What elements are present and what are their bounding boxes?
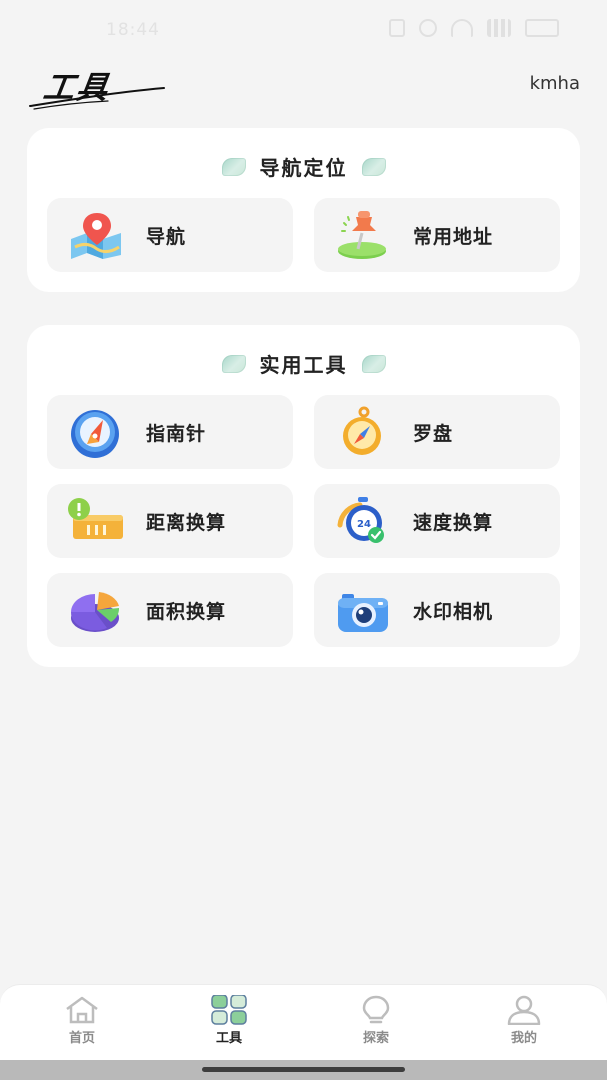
leaf-decoration-icon (221, 354, 246, 373)
nav-item-mine[interactable]: 我的 (479, 995, 569, 1055)
status-icons (389, 19, 559, 37)
map-pin-icon (71, 213, 121, 259)
bottom-navigation: 首页 工具 探索 我的 (0, 984, 607, 1060)
status-bar: 18:44 (0, 0, 607, 62)
tools-card: 实用工具 指南针 罗盘 距离换算 24 速度换算 面积换算 水印相机 (27, 325, 580, 667)
tile-area-conversion-label: 面积换算 (146, 600, 227, 623)
leaf-decoration-icon (361, 354, 386, 373)
grid-icon (211, 995, 247, 1025)
tile-watermark-camera[interactable]: 水印相机 (314, 573, 560, 647)
nav-item-tools[interactable]: 工具 (184, 995, 274, 1055)
tile-navigation[interactable]: 导航 (47, 198, 293, 272)
compass-icon (71, 410, 119, 458)
tools-screen: 18:44 工具 kmha 导航定位 导航 常用地址 实用工具 指南针 罗盘 距… (0, 0, 607, 1080)
status-time: 18:44 (106, 20, 160, 40)
leaf-decoration-icon (361, 157, 386, 176)
leaf-decoration-icon (221, 157, 246, 176)
title-underline-stroke (29, 87, 165, 110)
nav-item-home-label: 首页 (68, 1031, 95, 1046)
lightbulb-icon (362, 995, 390, 1024)
nav-item-tools-label: 工具 (215, 1031, 242, 1046)
stopwatch-icon: 24 (337, 497, 384, 543)
tile-distance-conversion-label: 距离换算 (146, 511, 227, 534)
navigation-card: 导航定位 导航 常用地址 (27, 128, 580, 292)
nav-item-mine-label: 我的 (510, 1031, 537, 1046)
camera-icon (338, 594, 388, 632)
wifi-icon (451, 19, 473, 37)
signal-icon (487, 19, 511, 37)
tile-common-address-label: 常用地址 (413, 225, 494, 248)
username[interactable]: kmha (530, 73, 580, 94)
battery-icon (525, 19, 559, 37)
tile-distance-conversion[interactable]: 距离换算 (47, 484, 293, 558)
tile-orienteering-compass[interactable]: 罗盘 (314, 395, 560, 469)
system-gesture-bar (0, 1060, 607, 1080)
nfc-icon (389, 19, 405, 37)
tile-speed-conversion-label: 速度换算 (413, 511, 494, 534)
user-icon (507, 995, 541, 1025)
pie-chart-icon (70, 592, 120, 632)
nav-item-explore[interactable]: 探索 (331, 995, 421, 1055)
navigation-card-header: 导航定位 (27, 152, 580, 181)
nav-item-explore-label: 探索 (362, 1031, 389, 1046)
tile-area-conversion[interactable]: 面积换算 (47, 573, 293, 647)
tile-orienteering-compass-label: 罗盘 (413, 422, 454, 445)
ruler-icon (68, 498, 123, 539)
orienteering-compass-icon (343, 406, 381, 455)
home-indicator[interactable] (202, 1067, 405, 1072)
pushpin-icon (338, 211, 386, 259)
tools-card-header: 实用工具 (27, 349, 580, 378)
tile-watermark-camera-label: 水印相机 (413, 600, 494, 623)
tile-speed-conversion[interactable]: 24 速度换算 (314, 484, 560, 558)
navigation-section-title: 导航定位 (259, 156, 348, 180)
tile-compass[interactable]: 指南针 (47, 395, 293, 469)
alarm-icon (419, 19, 437, 37)
home-icon (66, 996, 98, 1024)
tile-compass-label: 指南针 (146, 422, 207, 445)
nav-item-home[interactable]: 首页 (37, 995, 127, 1055)
tools-section-title: 实用工具 (259, 353, 348, 377)
tile-navigation-label: 导航 (146, 225, 187, 248)
svg-text:24: 24 (357, 519, 371, 530)
tile-common-address[interactable]: 常用地址 (314, 198, 560, 272)
